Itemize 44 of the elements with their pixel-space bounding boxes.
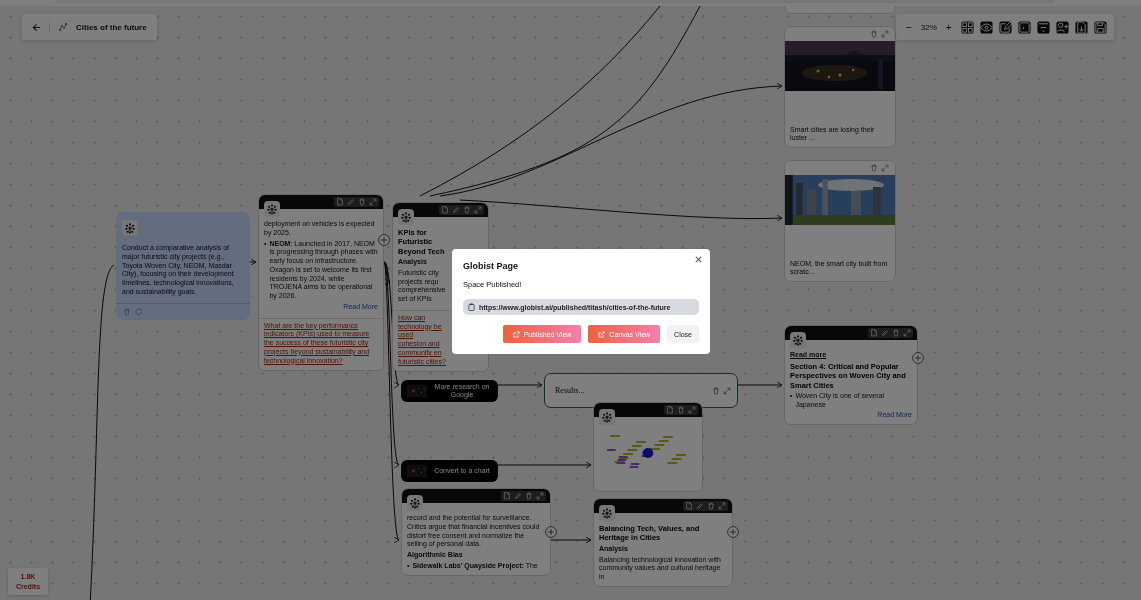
pencil-icon[interactable] — [347, 198, 355, 206]
file-download-button[interactable] — [1074, 20, 1088, 34]
pencil-icon[interactable] — [514, 492, 522, 500]
expand-icon[interactable] — [723, 386, 731, 395]
add-icon[interactable] — [545, 526, 557, 538]
edit-button[interactable] — [998, 20, 1012, 34]
add-icon[interactable] — [912, 352, 924, 364]
document-icon[interactable] — [336, 198, 344, 206]
back-button[interactable] — [32, 22, 41, 32]
grid-button[interactable] — [960, 20, 974, 34]
terminal-button[interactable] — [1017, 20, 1031, 34]
save-button[interactable] — [1093, 20, 1107, 34]
add-icon[interactable] — [727, 526, 739, 538]
add-icon[interactable] — [378, 234, 390, 246]
trash-icon[interactable] — [870, 30, 878, 38]
pencil-icon[interactable] — [452, 206, 460, 214]
add-user-button[interactable] — [1055, 20, 1069, 34]
expand-icon[interactable] — [881, 30, 889, 38]
pencil-icon[interactable] — [881, 329, 889, 337]
expand-icon[interactable] — [881, 164, 889, 172]
trash-icon[interactable] — [123, 307, 131, 316]
document-icon[interactable] — [503, 492, 511, 500]
clipboard-icon — [468, 303, 475, 311]
zoom-level: 32% — [920, 22, 937, 32]
refresh-icon[interactable] — [135, 307, 143, 316]
results-text: Results... — [555, 386, 586, 395]
external-link-icon — [598, 330, 606, 338]
zoom-out-button[interactable]: − — [903, 21, 915, 33]
external-link-icon — [512, 330, 520, 338]
dialog-title: Globist Page — [463, 261, 519, 271]
graph-icon — [58, 22, 68, 32]
close-button[interactable] — [695, 256, 702, 263]
canvas-title: Cities of the future — [76, 22, 147, 32]
trash-icon[interactable] — [870, 164, 878, 172]
pencil-icon[interactable] — [696, 502, 704, 510]
filter-button[interactable] — [1036, 20, 1050, 34]
document-icon[interactable] — [685, 502, 693, 510]
trash-icon[interactable] — [712, 386, 720, 395]
logo-icon — [122, 220, 138, 236]
eye-button[interactable] — [979, 20, 993, 34]
document-icon[interactable] — [441, 206, 449, 214]
document-icon[interactable] — [666, 406, 674, 414]
document-icon[interactable] — [870, 329, 878, 337]
zoom-in-button[interactable]: + — [942, 21, 955, 33]
